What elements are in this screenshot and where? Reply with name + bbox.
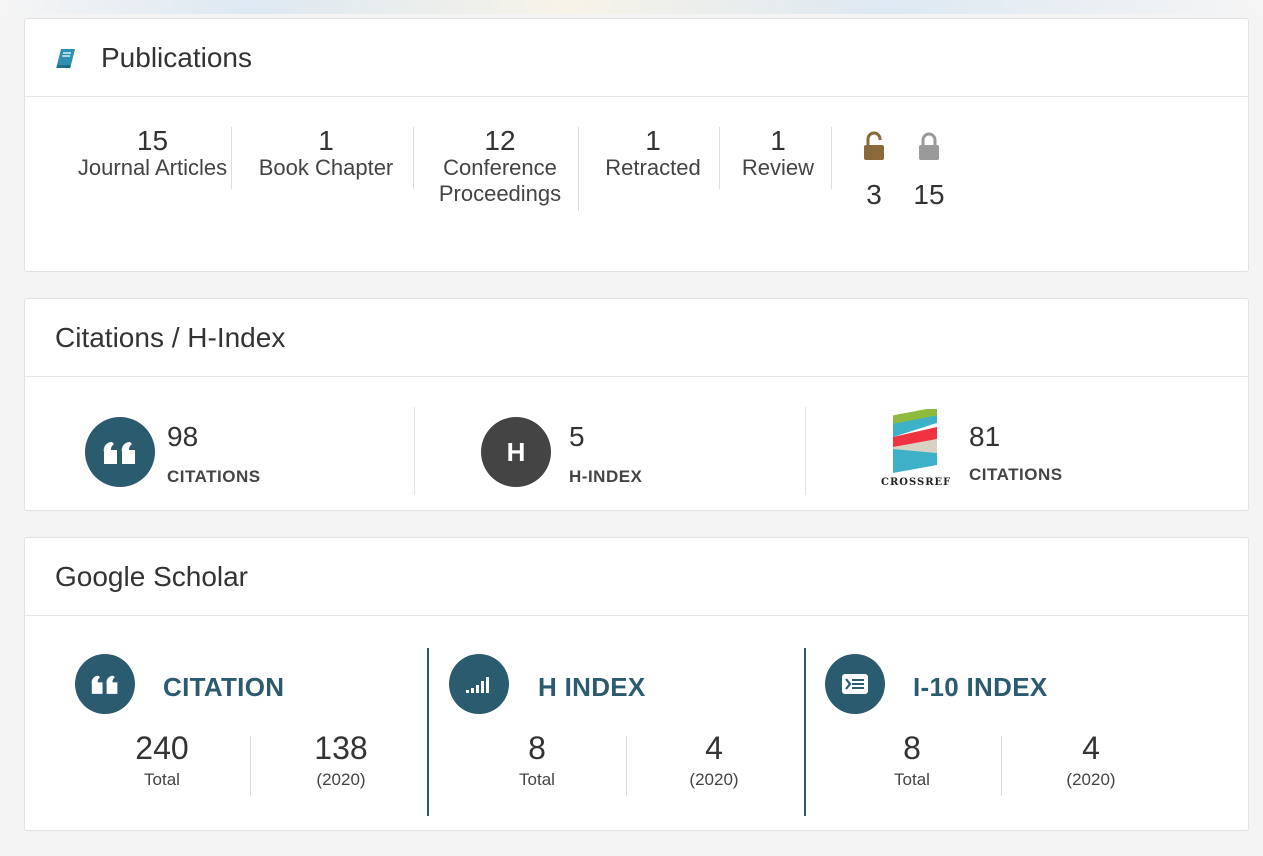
citations-label: CITATIONS [167,467,261,486]
stat-journal-articles[interactable]: 15 Journal Articles [55,127,250,181]
publications-title: Publications [101,41,252,73]
stat-label-line2: Proceedings [438,181,562,206]
stat-value: 12 [484,125,516,156]
h-icon: H [481,417,551,487]
scholar-i10-total-label: Total [894,770,930,789]
closed-access-count: 15 [913,179,945,210]
quote-icon [85,417,155,487]
hindex-label: H-INDEX [569,467,643,486]
divider [831,127,832,189]
stat-book-chapter[interactable]: 1 Book Chapter [247,127,405,181]
scholar-hindex-recent-label: (2020) [689,770,739,789]
publications-header: Publications [25,19,1248,97]
citations-header: Citations / H-Index [25,299,1248,377]
divider [413,127,414,189]
book-icon [56,48,75,68]
lock-open-icon[interactable] [862,131,886,161]
divider [250,736,251,796]
scholar-citation-total-label: Total [144,770,180,789]
hindex-value: 5 [569,421,585,452]
scholar-citation-recent-label: (2020) [316,770,366,789]
scholar-hindex-total: 8 [528,730,546,766]
citations-stats: 98 CITATIONS H 5 H-INDEX CROSSREF 81 CIT… [25,377,1248,511]
stat-retracted[interactable]: 1 Retracted [590,127,716,181]
stat-label: Review [741,155,815,180]
section-divider [804,648,806,816]
stat-label: Retracted [605,155,701,180]
stat-value: 1 [645,125,661,156]
scholar-hindex-total-label: Total [519,770,555,789]
quote-icon [75,654,135,714]
lock-closed-icon[interactable] [917,131,941,161]
h-icon-letter: H [506,436,526,467]
scholar-i10-total: 8 [903,730,921,766]
citations-title: Citations / H-Index [55,321,286,353]
citations-panel: Citations / H-Index 98 CITATIONS H 5 H-I… [24,298,1249,511]
scholar-title: Google Scholar [55,560,249,592]
crossref-logo [893,409,937,473]
stat-value: 15 [136,125,169,156]
google-scholar-panel: Google Scholar CITATION 240 Total 138 (2… [24,537,1249,831]
stat-label: Journal Articles [77,155,228,180]
crossref-citations-label: CITATIONS [969,465,1063,484]
scholar-citation-total: 240 [135,730,189,766]
crossref-citations-value: 81 [969,421,1001,452]
open-access-count: 3 [866,179,882,210]
stat-value: 1 [770,125,786,156]
index-list-icon [825,654,885,714]
stat-conference-proceedings[interactable]: 12 Conference Proceedings [425,127,575,207]
scholar-i10-recent: 4 [1082,730,1100,766]
divider [231,127,232,189]
stat-review[interactable]: 1 Review [730,127,826,181]
signal-bars-icon [449,654,509,714]
citations-value: 98 [167,421,199,452]
stat-label: Book Chapter [258,155,394,180]
divider [805,407,806,495]
scholar-hindex-recent: 4 [705,730,723,766]
scholar-hindex-title: H INDEX [538,672,646,702]
publications-stats: 15 Journal Articles 1 Book Chapter 12 Co… [25,97,1248,272]
scholar-i10-recent-label: (2020) [1066,770,1116,789]
section-divider [427,648,429,816]
crossref-logo-text: CROSSREF [881,477,952,488]
divider [414,407,415,495]
publications-panel: Publications 15 Journal Articles 1 Book … [24,18,1249,272]
scholar-citation-recent: 138 [314,730,368,766]
scholar-stats: CITATION 240 Total 138 (2020) H INDEX 8 … [25,616,1248,831]
divider [578,127,579,211]
stat-label-line1: Conference [443,155,557,180]
divider [719,127,720,189]
scholar-citation-title: CITATION [163,672,285,702]
scholar-header: Google Scholar [25,538,1248,616]
stat-value: 1 [318,125,334,156]
divider [1001,736,1002,796]
divider [626,736,627,796]
background-band [0,0,1263,14]
scholar-i10-title: I-10 INDEX [913,672,1048,702]
